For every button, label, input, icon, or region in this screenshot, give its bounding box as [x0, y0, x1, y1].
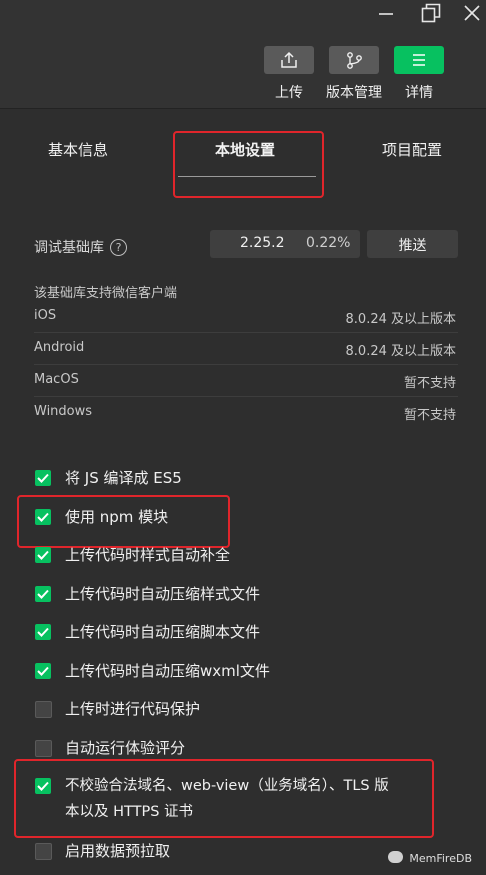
- push-button-label: 推送: [398, 238, 427, 254]
- menu-icon: [413, 54, 425, 66]
- active-tab-indicator: [178, 176, 316, 177]
- check-icon: [37, 512, 49, 522]
- check-icon: [37, 550, 49, 560]
- option-label: 自动运行体验评分: [65, 739, 186, 757]
- checkbox-checked[interactable]: [35, 624, 51, 640]
- top-toolbar: 上传 版本管理 详情: [0, 0, 486, 109]
- option-label: 上传代码时自动压缩wxml文件: [65, 662, 270, 680]
- checkbox-checked[interactable]: [35, 509, 51, 525]
- checkbox-unchecked[interactable]: [35, 740, 52, 757]
- watermark-text: MemFireDB: [409, 852, 472, 865]
- upload-button[interactable]: [264, 46, 314, 74]
- platform-macos-value: 暂不支持: [403, 376, 456, 391]
- option-label: 将 JS 编译成 ES5: [65, 469, 182, 487]
- wechat-icon: [388, 851, 404, 863]
- checkbox-checked[interactable]: [35, 778, 51, 794]
- upload-icon: [281, 51, 297, 68]
- lib-version-select[interactable]: 2.25.2 0.22%: [210, 230, 360, 258]
- version-manage-label: 版本管理: [326, 85, 382, 101]
- option-label-line1: 不校验合法域名、web-view（业务域名）、TLS 版: [65, 778, 389, 794]
- check-icon: [37, 473, 49, 483]
- details-label: 详情: [405, 85, 433, 101]
- platform-ios-value: 8.0.24 及以上版本: [345, 312, 456, 327]
- option-label: 启用数据预拉取: [65, 842, 171, 860]
- divider: [34, 396, 458, 397]
- watermark: MemFireDB: [388, 851, 472, 865]
- check-icon: [37, 666, 49, 676]
- tab-local-settings[interactable]: 本地设置: [215, 139, 275, 160]
- debug-lib-label: 调试基础库?: [34, 237, 127, 257]
- platform-windows: Windows: [34, 404, 93, 419]
- minimize-button[interactable]: [366, 0, 406, 28]
- divider: [34, 332, 458, 333]
- option-label: 使用 npm 模块: [65, 508, 169, 526]
- details-button[interactable]: [394, 46, 444, 74]
- option-label: 上传时进行代码保护: [65, 700, 201, 718]
- platform-macos: MacOS: [34, 372, 79, 387]
- divider: [34, 364, 458, 365]
- restore-icon: [421, 3, 441, 23]
- checkbox-checked[interactable]: [35, 547, 51, 563]
- platform-windows-value: 暂不支持: [403, 408, 456, 423]
- option-label: 上传代码时自动压缩脚本文件: [65, 623, 261, 641]
- check-icon: [37, 589, 49, 599]
- tab-basic-info[interactable]: 基本信息: [48, 139, 108, 160]
- checkbox-unchecked[interactable]: [35, 843, 52, 860]
- checkbox-checked[interactable]: [35, 663, 51, 679]
- platform-android: Android: [34, 340, 85, 355]
- check-icon: [37, 781, 49, 791]
- close-button[interactable]: [451, 0, 486, 28]
- checkbox-checked[interactable]: [35, 470, 51, 486]
- option-label: 上传代码时自动压缩样式文件: [65, 585, 261, 603]
- lib-version: 2.25.2: [240, 235, 285, 251]
- close-icon: [464, 5, 480, 21]
- option-label: 上传代码时样式自动补全: [65, 546, 231, 564]
- help-icon[interactable]: ?: [110, 239, 127, 256]
- platform-android-value: 8.0.24 及以上版本: [345, 344, 456, 359]
- version-manage-button[interactable]: [329, 46, 379, 74]
- tab-project-config[interactable]: 项目配置: [382, 139, 442, 160]
- branch-icon: [347, 52, 362, 69]
- lib-version-percent: 0.22%: [306, 235, 351, 251]
- checkbox-checked[interactable]: [35, 586, 51, 602]
- push-button[interactable]: 推送: [367, 230, 458, 258]
- debug-lib-label-text: 调试基础库: [34, 240, 104, 256]
- minimize-icon: [379, 13, 393, 15]
- platform-ios: iOS: [34, 308, 57, 323]
- checkbox-unchecked[interactable]: [35, 701, 52, 718]
- option-label-line2: 本以及 HTTPS 证书: [65, 804, 194, 820]
- restore-button[interactable]: [410, 0, 450, 28]
- client-support-heading: 该基础库支持微信客户端: [34, 286, 178, 301]
- upload-label: 上传: [275, 85, 303, 101]
- check-icon: [37, 627, 49, 637]
